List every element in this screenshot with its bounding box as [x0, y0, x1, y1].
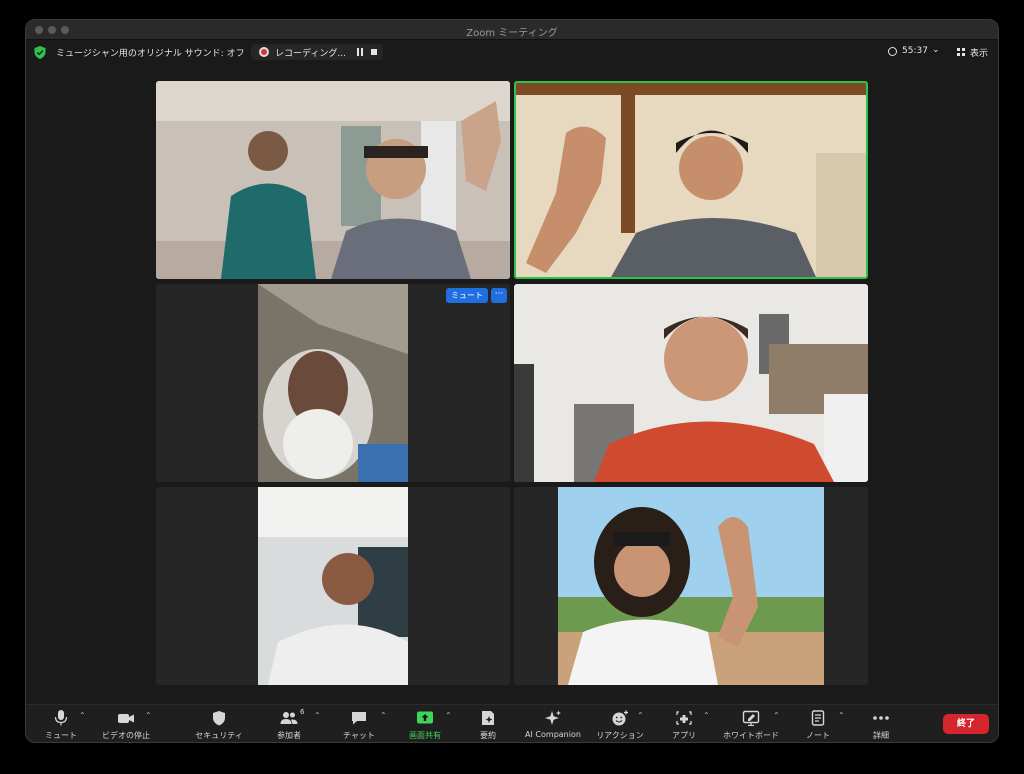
chevron-up-icon[interactable]: ⌃	[703, 711, 710, 720]
chevron-up-icon[interactable]: ⌃	[637, 711, 644, 720]
participant-video	[516, 83, 866, 277]
mute-participant-button[interactable]: ミュート	[446, 288, 488, 303]
view-button[interactable]: 表示	[970, 46, 988, 59]
summary-document-icon	[482, 711, 494, 725]
participant-video	[258, 487, 408, 685]
original-sound-status[interactable]: ミュージシャン用のオリジナル サウンド: オフ	[56, 46, 245, 59]
chevron-up-icon[interactable]: ⌃	[445, 711, 452, 720]
sparkle-icon	[545, 710, 561, 725]
participants-label: 参加者	[277, 731, 301, 740]
chat-bubble-icon	[352, 712, 366, 725]
reactions-button[interactable]: リアクション	[585, 705, 655, 742]
mute-label: ミュート	[45, 731, 77, 740]
chevron-up-icon[interactable]: ⌃	[79, 711, 86, 720]
clock-icon	[888, 47, 897, 56]
security-button[interactable]: セキュリティ	[184, 705, 254, 742]
chevron-up-icon[interactable]: ⌃	[838, 711, 845, 720]
summary-button[interactable]: 要約	[453, 705, 523, 742]
end-meeting-button[interactable]: 終了	[943, 714, 989, 734]
participant-tile[interactable]	[514, 284, 868, 482]
participant-tile-active-speaker[interactable]	[514, 81, 868, 279]
participant-tile[interactable]	[156, 81, 510, 279]
participants-count: 6	[300, 708, 305, 716]
participant-video	[514, 284, 868, 482]
chevron-down-icon[interactable]: ⌄	[932, 45, 940, 55]
whiteboard-label: ホワイトボード	[723, 731, 779, 740]
more-label: 詳細	[873, 731, 889, 740]
participant-tile[interactable]: ミュート ···	[156, 284, 510, 482]
share-screen-label: 画面共有	[409, 731, 441, 740]
reactions-label: リアクション	[596, 731, 644, 740]
microphone-icon	[54, 710, 68, 726]
window-title: Zoom ミーティング	[466, 28, 558, 39]
pause-recording-icon[interactable]	[357, 48, 364, 56]
emoji-reaction-icon	[612, 710, 628, 726]
participant-video	[558, 487, 824, 685]
participant-video	[156, 81, 510, 279]
security-label: セキュリティ	[195, 731, 243, 740]
more-options-button[interactable]: ···	[491, 288, 507, 303]
shield-icon	[213, 711, 225, 726]
apps-icon	[676, 711, 692, 725]
video-camera-icon	[118, 714, 134, 723]
participant-video	[258, 284, 408, 482]
meeting-toolbar: ミュート ⌃ ビデオの停止 ⌃ セキュリティ 6 参加者 ⌃ チャット ⌃ 画面…	[26, 704, 998, 742]
chevron-up-icon[interactable]: ⌃	[314, 711, 321, 720]
recording-label: レコーディング...	[275, 49, 346, 59]
share-screen-icon	[417, 711, 433, 724]
stop-recording-icon[interactable]	[371, 49, 377, 55]
meeting-top-bar: ミュージシャン用のオリジナル サウンド: オフ レコーディング... 55:37…	[26, 40, 998, 64]
apps-label: アプリ	[672, 731, 696, 740]
stop-video-label: ビデオの停止	[102, 731, 150, 740]
shield-check-icon[interactable]	[34, 46, 46, 59]
recording-indicator: レコーディング...	[251, 44, 383, 60]
chevron-up-icon[interactable]: ⌃	[145, 711, 152, 720]
participant-tile[interactable]	[156, 487, 510, 685]
notes-icon	[811, 710, 825, 726]
participant-tile[interactable]	[514, 487, 868, 685]
chat-label: チャット	[343, 731, 375, 740]
title-bar: Zoom ミーティング	[26, 20, 998, 40]
participants-icon	[280, 712, 298, 724]
ai-companion-label: AI Companion	[525, 730, 581, 739]
more-button[interactable]: 詳細	[846, 705, 916, 742]
notes-label: ノート	[806, 731, 830, 740]
recording-icon	[259, 47, 269, 57]
more-dots-icon	[873, 716, 889, 720]
grid-view-icon[interactable]	[957, 48, 965, 56]
chevron-up-icon[interactable]: ⌃	[773, 711, 780, 720]
summary-label: 要約	[480, 731, 496, 740]
zoom-window: Zoom ミーティング ミュージシャン用のオリジナル サウンド: オフ レコーデ…	[25, 19, 999, 743]
meeting-timer[interactable]: 55:37	[902, 46, 928, 56]
whiteboard-icon	[742, 710, 760, 726]
chevron-up-icon[interactable]: ⌃	[380, 711, 387, 720]
ai-companion-button[interactable]: AI Companion	[518, 705, 588, 742]
